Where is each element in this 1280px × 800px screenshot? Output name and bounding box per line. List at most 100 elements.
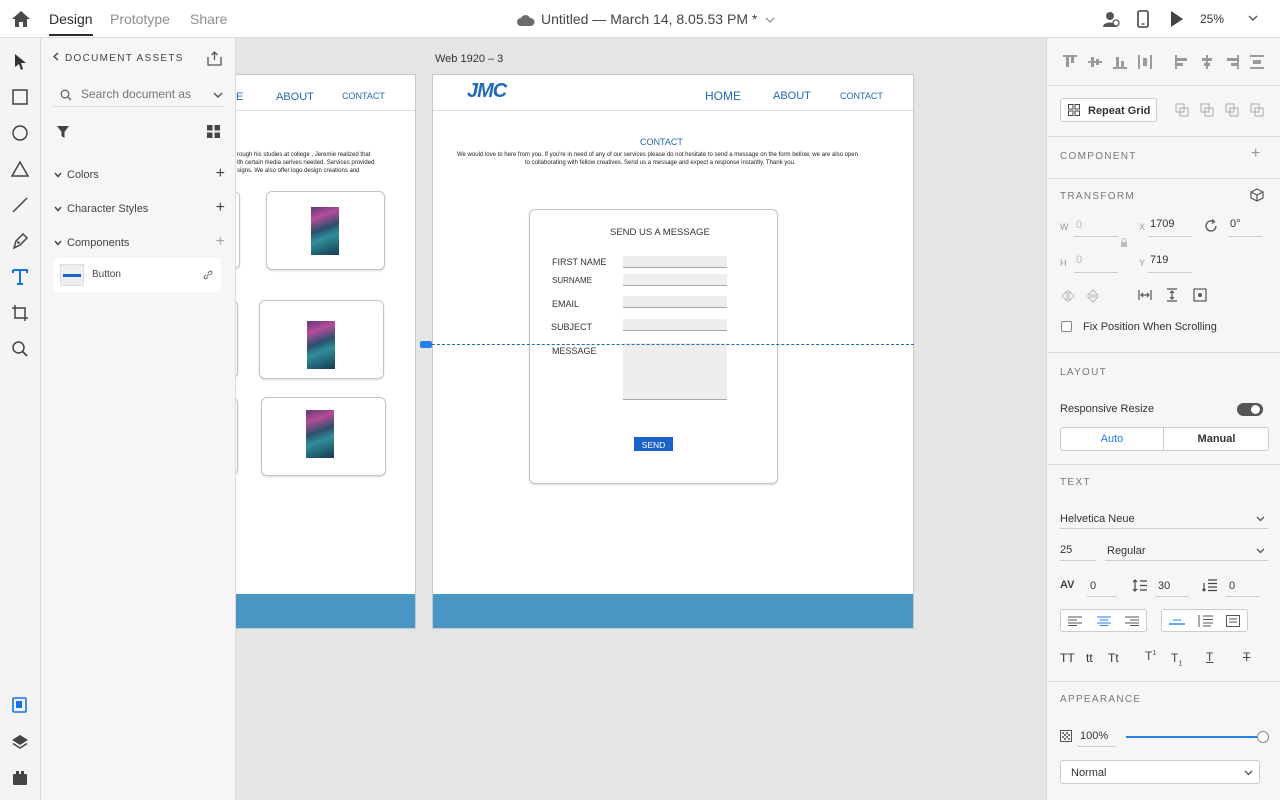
fix-position-checkbox[interactable] [1061,321,1072,332]
boolean-intersect-icon[interactable] [1225,103,1239,117]
x-position-field[interactable]: 1709 [1150,218,1174,230]
subscript-icon[interactable]: T1 [1171,651,1182,667]
boolean-add-icon[interactable] [1175,103,1189,117]
font-weight-select[interactable]: Regular [1107,545,1146,557]
nav-home-link[interactable]: E [236,91,243,103]
nav-home-link[interactable]: HOME [705,89,741,103]
nav-about-link[interactable]: ABOUT [276,91,314,103]
titlecase-button[interactable]: Tt [1108,651,1119,665]
character-styles-section[interactable]: Character Styles + [53,199,225,220]
colors-section[interactable]: Colors + [53,165,225,186]
text-align-left-icon[interactable] [1068,616,1082,626]
filter-icon[interactable] [56,125,70,139]
email-field[interactable] [623,296,727,308]
tab-share[interactable]: Share [190,11,227,27]
first-name-field[interactable] [623,256,727,268]
plugins-icon[interactable] [11,769,29,787]
align-center-icon[interactable] [1200,55,1214,69]
chevron-down-icon[interactable] [213,92,223,99]
boolean-exclude-icon[interactable] [1250,103,1264,117]
rectangle-tool-icon[interactable] [11,88,29,106]
add-component-button[interactable]: + [1251,145,1260,163]
card[interactable] [236,397,238,475]
lock-icon[interactable] [1120,238,1128,248]
send-button[interactable]: SEND [634,437,673,451]
tab-design[interactable]: Design [49,11,93,36]
assets-header[interactable]: DOCUMENT ASSETS [52,52,184,64]
polygon-tool-icon[interactable] [11,160,29,178]
select-tool-icon[interactable] [11,53,29,71]
auto-height-icon[interactable] [1197,615,1213,627]
auto-width-icon[interactable] [1169,616,1185,626]
guide-handle[interactable] [420,341,432,348]
boolean-subtract-icon[interactable] [1200,103,1214,117]
align-middle-icon[interactable] [1088,55,1102,69]
components-section[interactable]: Components + [53,233,225,254]
text-align-right-icon[interactable] [1125,616,1139,626]
strikethrough-icon[interactable]: T [1243,650,1250,664]
auto-button[interactable]: Auto [1061,428,1164,450]
link-icon[interactable] [203,270,213,280]
artboard-about[interactable]: E ABOUT CONTACT rough his studies at col… [236,74,416,629]
height-field[interactable]: 0 [1076,254,1082,266]
tab-prototype[interactable]: Prototype [110,11,170,27]
rotation-field[interactable]: 0° [1230,218,1241,230]
text-align-center-icon[interactable] [1097,616,1111,626]
card[interactable] [261,397,386,476]
card[interactable] [236,191,240,269]
card[interactable] [236,300,238,378]
align-top-icon[interactable] [1063,55,1077,69]
align-left-icon[interactable] [1175,55,1189,69]
ellipse-tool-icon[interactable] [11,124,29,142]
artboard-label[interactable]: Web 1920 – 3 [435,53,503,65]
nav-about-link[interactable]: ABOUT [773,90,811,102]
manual-button[interactable]: Manual [1165,428,1268,450]
card[interactable] [266,191,385,270]
line-tool-icon[interactable] [11,196,29,214]
artboard-contact[interactable]: JMC HOME ABOUT CONTACT CONTACT We would … [432,74,914,629]
zoom-level[interactable]: 25% [1200,12,1224,26]
user-settings-icon[interactable] [1102,10,1120,28]
fit-content-icon[interactable] [1193,288,1207,302]
opacity-field[interactable]: 100% [1080,730,1108,742]
font-family-select[interactable]: Helvetica Neue [1060,513,1135,525]
chevron-down-icon[interactable] [1248,14,1258,22]
surname-field[interactable] [623,274,727,286]
guide-line[interactable] [432,344,914,345]
document-title[interactable]: Untitled — March 14, 8.05.53 PM * [516,11,781,27]
blend-mode-select[interactable]: Normal [1060,760,1260,784]
add-component-button[interactable]: + [216,233,225,251]
component-item-button[interactable]: Button [54,258,221,292]
subject-field[interactable] [623,319,727,331]
distribute-vertical-icon[interactable] [1250,55,1264,69]
nav-contact-link[interactable]: CONTACT [342,91,385,101]
responsive-resize-toggle[interactable] [1237,403,1263,416]
y-position-field[interactable]: 719 [1150,254,1168,266]
fixed-size-icon[interactable] [1226,615,1240,627]
canvas[interactable]: E ABOUT CONTACT rough his studies at col… [236,38,1046,800]
search-input[interactable] [81,87,191,101]
zoom-tool-icon[interactable] [11,340,29,358]
device-preview-icon[interactable] [1137,10,1149,28]
align-bottom-icon[interactable] [1113,55,1127,69]
line-spacing-field[interactable]: 30 [1158,580,1170,592]
artboard-tool-icon[interactable] [11,304,29,322]
fit-height-icon[interactable] [1166,288,1178,302]
text-tool-icon[interactable] [11,268,29,286]
character-spacing-field[interactable]: 0 [1090,580,1096,592]
play-icon[interactable] [1170,10,1184,28]
chevron-down-icon[interactable] [1256,548,1265,554]
paragraph-spacing-field[interactable]: 0 [1229,580,1235,592]
grid-view-icon[interactable] [207,125,220,138]
layers-icon[interactable] [11,733,29,751]
align-right-icon[interactable] [1225,55,1239,69]
font-size-field[interactable]: 25 [1060,544,1072,556]
nav-contact-link[interactable]: CONTACT [840,91,883,101]
underline-icon[interactable]: T [1206,650,1213,664]
3d-transform-icon[interactable] [1250,188,1264,202]
pen-tool-icon[interactable] [11,232,29,250]
card[interactable] [259,300,384,379]
width-field[interactable]: 0 [1076,219,1082,231]
flip-horizontal-icon[interactable] [1061,290,1075,302]
distribute-horizontal-icon[interactable] [1138,55,1152,69]
